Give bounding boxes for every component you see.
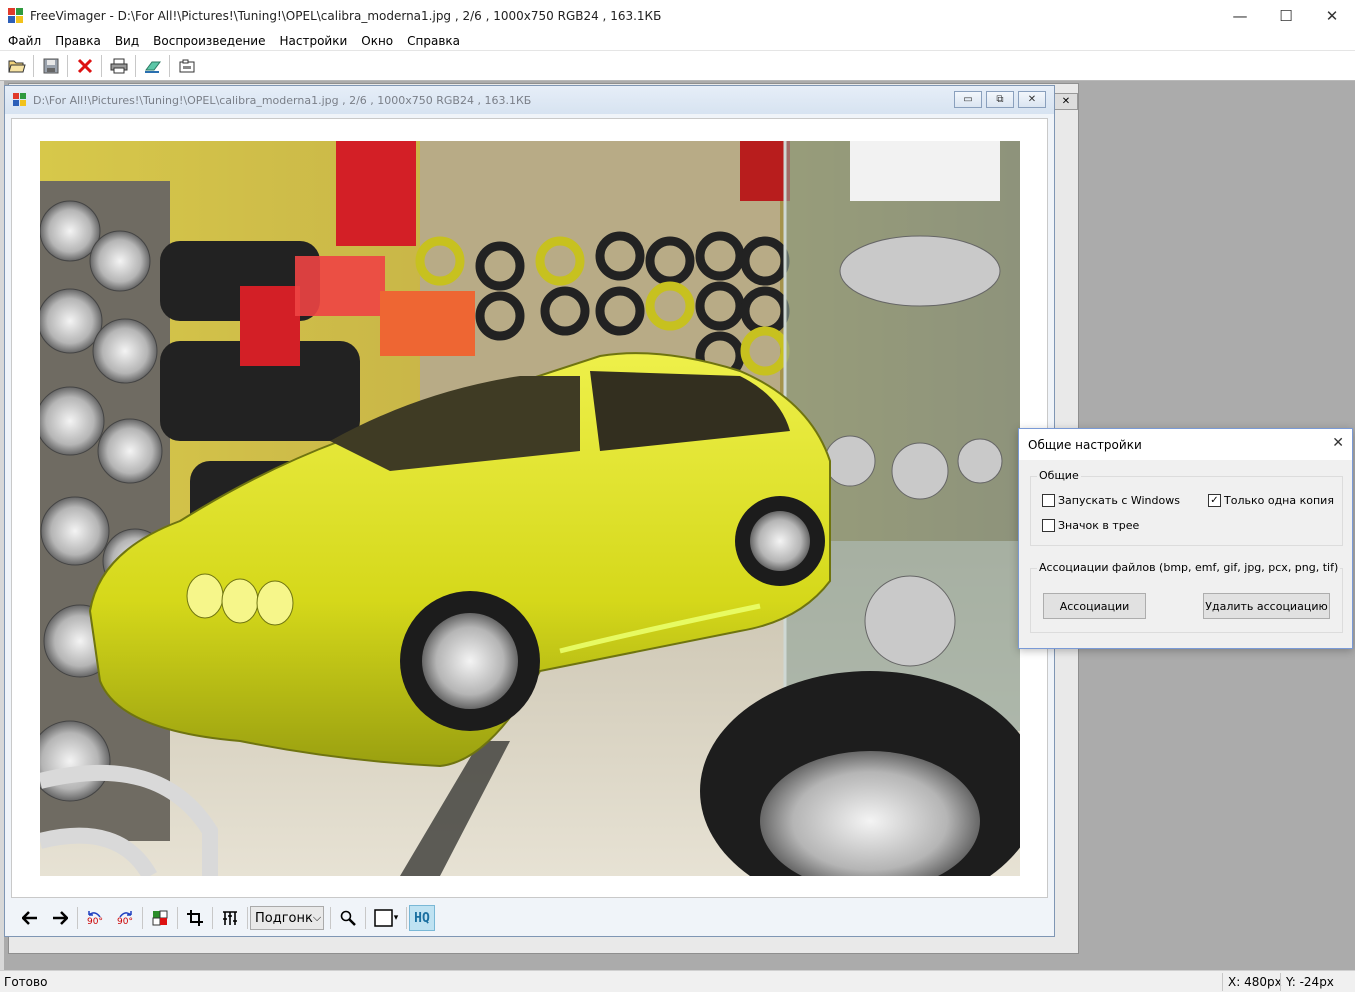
hq-toggle-button[interactable]: HQ xyxy=(409,905,435,931)
single-instance-checkbox[interactable]: ✓ Только одна копия xyxy=(1208,494,1334,507)
child-minimize-button[interactable]: ▭ xyxy=(954,91,982,108)
rotate-right-label: 90° xyxy=(117,916,133,927)
dialog-title: Общие настройки xyxy=(1028,437,1142,452)
car-photo[interactable] xyxy=(40,141,1020,876)
dialog-titlebar[interactable]: Общие настройки ✕ xyxy=(1019,429,1352,460)
menu-view[interactable]: Вид xyxy=(115,34,139,48)
associations-button[interactable]: Ассоциации xyxy=(1043,593,1146,619)
general-group-label: Общие xyxy=(1037,469,1081,482)
checkmark-icon[interactable]: ✓ xyxy=(1208,494,1221,507)
tray-icon-checkbox[interactable]: Значок в трее xyxy=(1042,519,1139,532)
background-color-button[interactable]: ▾ xyxy=(368,905,404,931)
toolbar-divider xyxy=(330,907,331,929)
minimize-button[interactable]: — xyxy=(1217,0,1263,31)
print-icon[interactable] xyxy=(105,54,132,79)
toolbar-divider xyxy=(77,907,78,929)
child-restore-button[interactable]: ⧉ xyxy=(986,91,1014,108)
color-adjust-icon[interactable] xyxy=(145,905,175,931)
app-icon xyxy=(8,7,24,24)
close-icon[interactable]: ✕ xyxy=(1332,435,1344,451)
delete-icon[interactable] xyxy=(71,54,98,79)
window-title: FreeVimager - D:\For All!\Pictures!\Tuni… xyxy=(30,8,662,23)
status-divider xyxy=(1222,973,1223,991)
image-window-title: D:\For All!\Pictures!\Tuning!\OPEL\calib… xyxy=(33,93,532,107)
capture-icon[interactable] xyxy=(173,54,200,79)
toolbar-divider xyxy=(212,907,213,929)
status-text: Готово xyxy=(4,974,48,989)
zoom-fit-dropdown[interactable]: Подгонк ⌵ xyxy=(250,906,324,930)
toolbar-divider xyxy=(101,55,102,77)
general-group: Общие xyxy=(1030,469,1343,546)
image-window-titlebar[interactable]: D:\For All!\Pictures!\Tuning!\OPEL\calib… xyxy=(5,86,1054,114)
menu-bar: Файл Правка Вид Воспроизведение Настройк… xyxy=(0,31,1355,51)
toolbar-divider xyxy=(135,55,136,77)
zoom-fit-value: Подгонк xyxy=(255,910,313,926)
prev-arrow-icon[interactable] xyxy=(15,905,45,931)
title-bar: FreeVimager - D:\For All!\Pictures!\Tuni… xyxy=(0,0,1355,31)
image-canvas[interactable] xyxy=(11,118,1048,898)
remove-associations-button[interactable]: Удалить ассоциацию xyxy=(1203,593,1330,619)
open-folder-icon[interactable] xyxy=(3,54,30,79)
close-button[interactable]: ✕ xyxy=(1309,0,1355,31)
rotate-right-icon[interactable]: 90° xyxy=(110,905,140,931)
menu-file[interactable]: Файл xyxy=(8,34,41,48)
image-toolbar: 90° 90° Подгонк ⌵ ▾ HQ xyxy=(11,902,1048,934)
associations-group-label: Ассоциации файлов (bmp, emf, gif, jpg, p… xyxy=(1037,561,1341,574)
menu-settings[interactable]: Настройки xyxy=(279,34,347,48)
toolbar-divider xyxy=(247,907,248,929)
dropdown-arrow-icon: ▾ xyxy=(393,913,399,923)
toolbar-divider xyxy=(365,907,366,929)
toolbar-divider xyxy=(142,907,143,929)
main-toolbar xyxy=(0,52,1355,81)
status-bar: Готово X: 480px Y: -24px xyxy=(0,970,1355,992)
toolbar-divider xyxy=(67,55,68,77)
tray-icon-label: Значок в трее xyxy=(1058,519,1140,532)
menu-playback[interactable]: Воспроизведение xyxy=(153,34,265,48)
menu-window[interactable]: Окно xyxy=(361,34,393,48)
toolbar-divider xyxy=(169,55,170,77)
checkbox-box[interactable] xyxy=(1042,519,1055,532)
image-window[interactable]: D:\For All!\Pictures!\Tuning!\OPEL\calib… xyxy=(4,85,1055,937)
startup-checkbox[interactable]: Запускать с Windows xyxy=(1042,494,1180,507)
background-close-button[interactable]: ✕ xyxy=(1054,93,1078,110)
levels-icon[interactable] xyxy=(215,905,245,931)
rotate-left-icon[interactable]: 90° xyxy=(80,905,110,931)
crop-icon[interactable] xyxy=(180,905,210,931)
startup-label: Запускать с Windows xyxy=(1058,494,1180,507)
toolbar-divider xyxy=(177,907,178,929)
next-arrow-icon[interactable] xyxy=(45,905,75,931)
status-divider xyxy=(1280,973,1281,991)
menu-edit[interactable]: Правка xyxy=(55,34,101,48)
settings-dialog: Общие настройки ✕ Общие Запускать с Wind… xyxy=(1018,428,1353,649)
toolbar-divider xyxy=(33,55,34,77)
email-icon[interactable] xyxy=(139,54,166,79)
menu-help[interactable]: Справка xyxy=(407,34,460,48)
zoom-icon[interactable] xyxy=(333,905,363,931)
document-icon xyxy=(13,93,27,107)
single-instance-label: Только одна копия xyxy=(1224,494,1334,507)
rotate-left-label: 90° xyxy=(87,916,103,927)
cursor-x-readout: X: 480px xyxy=(1228,975,1282,989)
cursor-y-readout: Y: -24px xyxy=(1286,975,1334,989)
checkbox-box[interactable] xyxy=(1042,494,1055,507)
child-close-button[interactable]: ✕ xyxy=(1018,91,1046,108)
maximize-button[interactable]: ☐ xyxy=(1263,0,1309,31)
toolbar-divider xyxy=(406,907,407,929)
chevron-down-icon: ⌵ xyxy=(312,911,322,924)
save-icon[interactable] xyxy=(37,54,64,79)
